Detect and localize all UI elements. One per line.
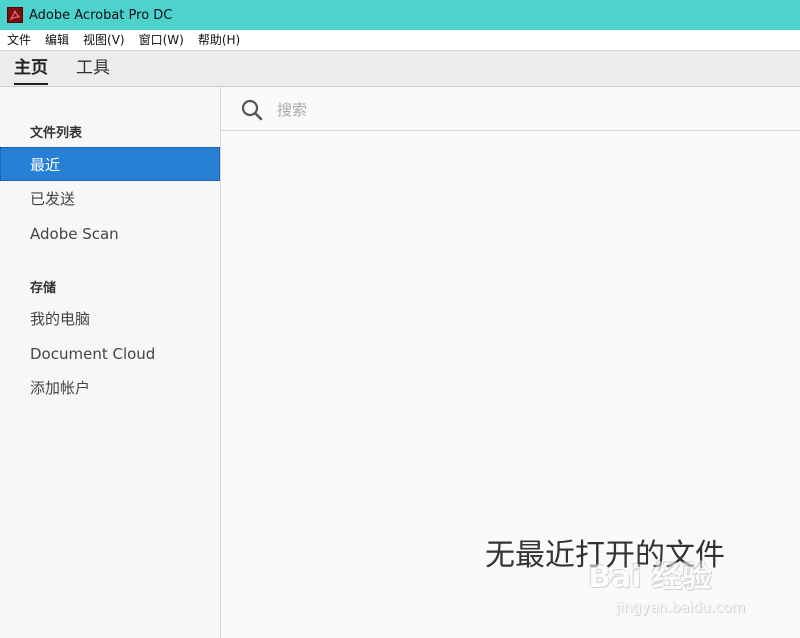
menu-bar: 文件 编辑 视图(V) 窗口(W) 帮助(H) [0,30,800,50]
sidebar-item-label: Document Cloud [30,345,156,363]
search-bar [221,87,800,131]
menu-edit[interactable]: 编辑 [38,30,76,50]
sidebar-item-label: 最近 [30,156,61,174]
tab-tools[interactable]: 工具 [76,51,110,87]
window-title: Adobe Acrobat Pro DC [29,7,173,23]
watermark-url: jingyan.baidu.com [616,600,746,616]
sidebar-item-my-computer[interactable]: 我的电脑 [0,302,220,336]
sidebar-item-adobe-scan[interactable]: Adobe Scan [0,217,220,251]
sidebar-item-document-cloud[interactable]: Document Cloud [0,337,220,371]
menu-window[interactable]: 窗口(W) [132,30,191,50]
section-title-file-list: 文件列表 [30,126,83,141]
sidebar-item-sent[interactable]: 已发送 [0,182,220,216]
search-input[interactable] [275,96,779,124]
sidebar-item-add-account[interactable]: 添加帐户 [0,371,220,405]
tab-home[interactable]: 主页 [14,51,48,87]
sidebar: 文件列表 最近 已发送 Adobe Scan 存储 我的电脑 Document … [0,87,221,638]
menu-view[interactable]: 视图(V) [76,30,132,50]
title-bar: Adobe Acrobat Pro DC [0,0,800,30]
tab-bar: 主页 工具 [0,50,800,87]
sidebar-item-label: 我的电脑 [30,310,91,328]
sidebar-item-label: 添加帐户 [30,379,91,397]
section-title-storage: 存储 [30,281,57,296]
menu-help[interactable]: 帮助(H) [191,30,247,50]
sidebar-item-recent[interactable]: 最近 [0,147,220,181]
sidebar-item-label: 已发送 [30,190,76,208]
sidebar-item-label: Adobe Scan [30,225,119,243]
watermark-logo: Bai 经验 [588,560,712,595]
acrobat-logo-icon [7,7,23,23]
menu-file[interactable]: 文件 [0,30,38,50]
search-icon[interactable] [240,98,264,122]
baidu-watermark: Bai 经验 jingyan.baidu.com [588,552,768,622]
